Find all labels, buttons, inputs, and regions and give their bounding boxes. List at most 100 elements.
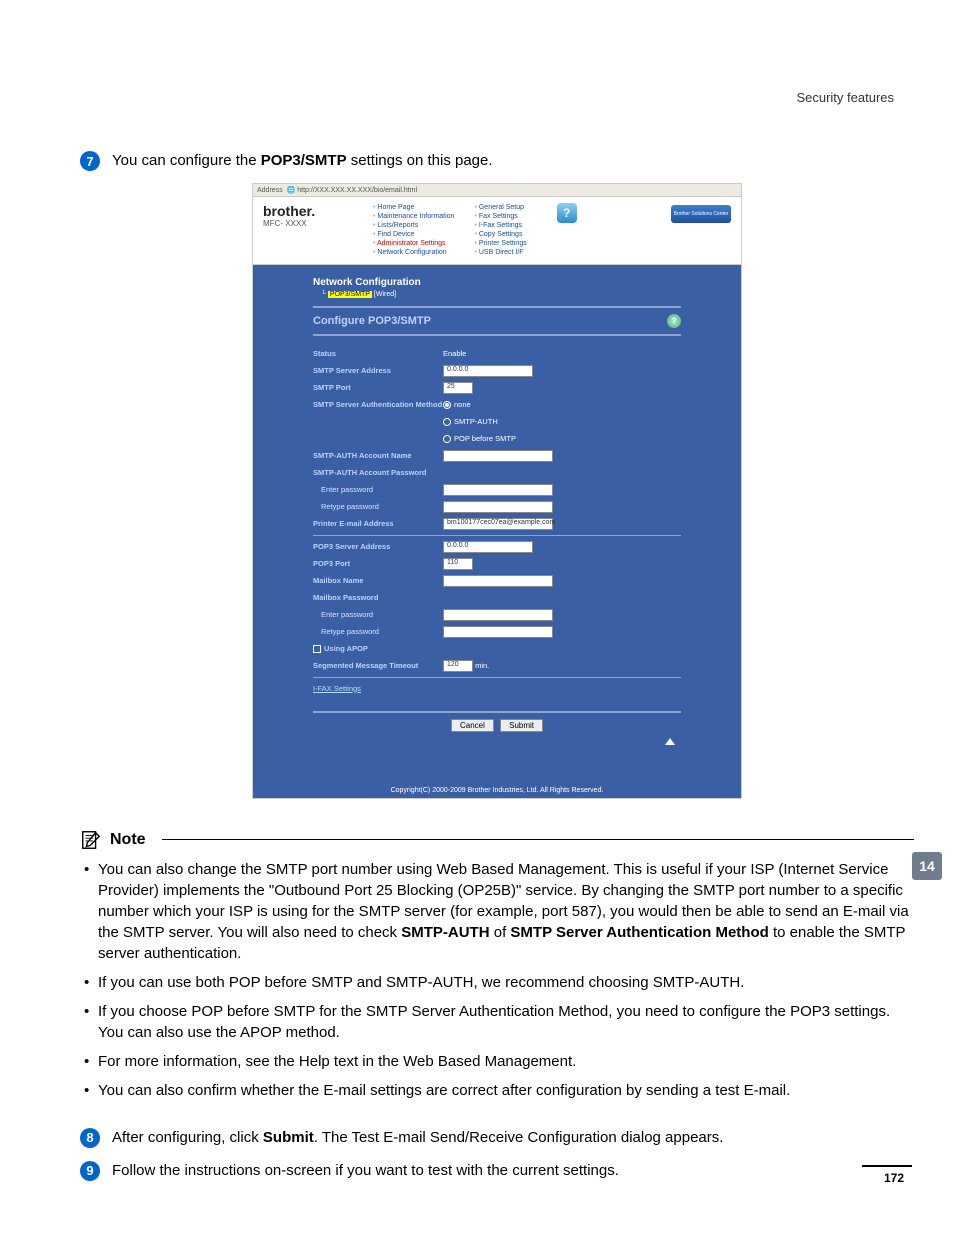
note-item-5: You can also confirm whether the E-mail …	[84, 1080, 914, 1101]
smtp-acct-label: SMTP-AUTH Account Name	[313, 451, 443, 460]
note-item-3: If you choose POP before SMTP for the SM…	[84, 1001, 914, 1043]
nav-fax-settings[interactable]: Fax Settings	[474, 212, 526, 221]
note-list: You can also change the SMTP port number…	[84, 859, 914, 1101]
crumb-pop3smtp[interactable]: POP3/SMTP	[328, 291, 372, 298]
address-bar[interactable]: Address 🌐 http://XXX.XXX.XX.XXX/bio/emai…	[253, 184, 741, 197]
smtp-pw-retype-input[interactable]	[443, 501, 553, 513]
ifax-settings-link[interactable]: I-FAX Settings	[313, 684, 681, 693]
auth-smtp-label: SMTP-AUTH	[454, 417, 498, 426]
config-panel: Network Configuration └ POP3/SMTP [Wired…	[253, 265, 741, 783]
section-header: Security features	[80, 90, 914, 105]
note-icon	[80, 829, 102, 851]
step-8: 8 After configuring, click Submit. The T…	[80, 1127, 914, 1148]
step-number-9: 9	[80, 1161, 100, 1181]
submit-button[interactable]: Submit	[500, 719, 543, 732]
step-8-bold: Submit	[263, 1129, 314, 1146]
nav-copy-settings[interactable]: Copy Settings	[474, 230, 526, 239]
scroll-top[interactable]	[313, 736, 681, 753]
retype-pw-label-2: Retype password	[313, 627, 443, 636]
step-7-bold: POP3/SMTP	[261, 152, 347, 169]
nav-col-right: General Setup Fax Settings I-Fax Setting…	[474, 203, 526, 258]
step-8-post: . The Test E-mail Send/Receive Configura…	[314, 1129, 724, 1146]
form-area: StatusEnable SMTP Server Address0.0.0.0 …	[313, 336, 681, 711]
smtp-addr-label: SMTP Server Address	[313, 366, 443, 375]
mailbox-pw-input[interactable]	[443, 609, 553, 621]
radio-icon	[443, 418, 451, 426]
mailbox-pw-head: Mailbox Password	[313, 593, 443, 602]
retype-pw-label: Retype password	[313, 502, 443, 511]
mailbox-pw-retype-input[interactable]	[443, 626, 553, 638]
button-row: Cancel Submit	[313, 711, 681, 736]
auth-none-label: none	[454, 400, 471, 409]
nav-lists-reports[interactable]: Lists/Reports	[373, 221, 454, 230]
apop-option[interactable]: Using APOP	[313, 644, 368, 653]
step-8-pre: After configuring, click	[112, 1129, 263, 1146]
nav-network-config[interactable]: Network Configuration	[373, 248, 454, 257]
step-9-text: Follow the instructions on-screen if you…	[112, 1160, 619, 1181]
panel-title: Configure POP3/SMTP	[313, 315, 431, 327]
mailbox-input[interactable]	[443, 575, 553, 587]
nav-home-page[interactable]: Home Page	[373, 203, 454, 212]
nav-usb-direct[interactable]: USB Direct I/F	[474, 248, 526, 257]
auth-pop-label: POP before SMTP	[454, 434, 516, 443]
apop-label: Using APOP	[324, 644, 368, 653]
address-url: http://XXX.XXX.XX.XXX/bio/email.html	[297, 187, 417, 194]
smtp-acct-input[interactable]	[443, 450, 553, 462]
nav-printer-settings[interactable]: Printer Settings	[474, 239, 526, 248]
pop3-port-label: POP3 Port	[313, 559, 443, 568]
status-label: Status	[313, 349, 443, 358]
pop3-addr-input[interactable]: 0.0.0.0	[443, 541, 533, 553]
checkbox-icon	[313, 645, 321, 653]
help-icon[interactable]: ?	[557, 203, 577, 223]
nav-col-left: Home Page Maintenance Information Lists/…	[373, 203, 454, 258]
chapter-tab: 14	[912, 852, 942, 880]
pop3-port-input[interactable]: 110	[443, 558, 473, 570]
note-item-1: You can also change the SMTP port number…	[84, 859, 914, 964]
step-7: 7 You can configure the POP3/SMTP settin…	[80, 150, 914, 171]
smtp-auth-label: SMTP Server Authentication Method	[313, 400, 443, 409]
step-number-8: 8	[80, 1128, 100, 1148]
nav-maintenance[interactable]: Maintenance Information	[373, 212, 454, 221]
note-heading-row: Note	[80, 829, 914, 851]
nav-admin-settings[interactable]: Administrator Settings	[373, 239, 454, 248]
screenshot-pop3-smtp: Address 🌐 http://XXX.XXX.XX.XXX/bio/emai…	[252, 183, 742, 799]
brand-block: brother. MFC- XXXX	[263, 203, 373, 258]
solutions-center-badge[interactable]: Brother Solutions Center	[671, 205, 731, 223]
step-7-pre: You can configure the	[112, 152, 261, 169]
seg-timeout-input[interactable]: 120	[443, 660, 473, 672]
step-9: 9 Follow the instructions on-screen if y…	[80, 1160, 914, 1181]
network-config-heading: Network Configuration	[313, 277, 681, 288]
seg-unit: min.	[475, 661, 489, 670]
page-num-bar	[862, 1165, 912, 1167]
crumb-tail: [Wired]	[372, 291, 396, 298]
auth-none-option[interactable]: none	[443, 400, 471, 409]
step-number-7: 7	[80, 151, 100, 171]
nav-find-device[interactable]: Find Device	[373, 230, 454, 239]
printer-email-label: Printer E-mail Address	[313, 519, 443, 528]
brand-model: MFC- XXXX	[263, 219, 373, 228]
mailbox-label: Mailbox Name	[313, 576, 443, 585]
note-title: Note	[110, 831, 146, 849]
breadcrumb: └ POP3/SMTP [Wired]	[313, 291, 681, 298]
smtp-port-label: SMTP Port	[313, 383, 443, 392]
step-7-post: settings on this page.	[347, 152, 493, 169]
enter-pw-label: Enter password	[313, 485, 443, 494]
auth-smtp-option[interactable]: SMTP-AUTH	[443, 417, 498, 426]
cancel-button[interactable]: Cancel	[451, 719, 494, 732]
step-7-text: You can configure the POP3/SMTP settings…	[112, 150, 493, 171]
copyright-footer: Copyright(C) 2000-2009 Brother Industrie…	[253, 783, 741, 798]
brand-logo: brother.	[263, 203, 373, 219]
top-nav-strip: brother. MFC- XXXX Home Page Maintenance…	[253, 197, 741, 265]
panel-title-row: Configure POP3/SMTP ?	[313, 306, 681, 336]
seg-timeout-label: Segmented Message Timeout	[313, 661, 443, 670]
smtp-addr-input[interactable]: 0.0.0.0	[443, 365, 533, 377]
auth-pop-option[interactable]: POP before SMTP	[443, 434, 516, 443]
printer-email-input[interactable]: bm100177cec07ea@example.com	[443, 518, 553, 530]
smtp-port-input[interactable]: 25	[443, 382, 473, 394]
nav-general-setup[interactable]: General Setup	[474, 203, 526, 212]
nav-ifax-settings[interactable]: I-Fax Settings	[474, 221, 526, 230]
nav-columns: Home Page Maintenance Information Lists/…	[373, 203, 577, 258]
step-8-text: After configuring, click Submit. The Tes…	[112, 1127, 723, 1148]
smtp-pw-input[interactable]	[443, 484, 553, 496]
panel-help-icon[interactable]: ?	[667, 314, 681, 328]
